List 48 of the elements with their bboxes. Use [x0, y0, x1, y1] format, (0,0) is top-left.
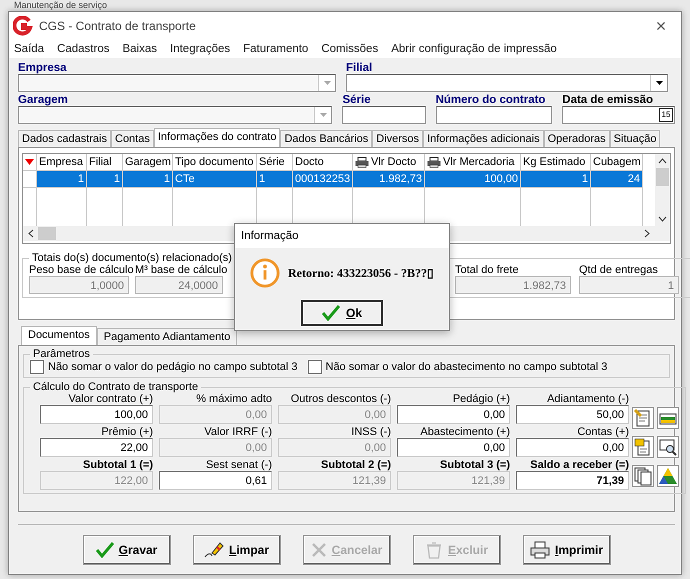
field-label: Subtotal 2 (=) [321, 459, 391, 471]
field-label: Subtotal 3 (=) [440, 459, 510, 471]
field-label: Empresa [18, 62, 68, 74]
checkbox-label: Não somar o valor do abastecimento no campo subtotal 3 [326, 361, 608, 373]
dialog-title: Informação [235, 224, 449, 248]
field-label: Adiantamento (-) [547, 393, 629, 405]
field-label: Prêmio (+) [101, 426, 153, 438]
field-label: Total do frete [455, 264, 519, 276]
table-cell: 1 [257, 171, 293, 188]
field-label: Valor contrato (+) [68, 393, 153, 405]
window-title: CGS - Contrato de transporte [39, 19, 197, 33]
field-label: M³ base de cálculo [135, 264, 228, 276]
field-label: Pedágio (+) [452, 393, 510, 405]
group-title: Totais do(s) documento(s) relacionado(s) [31, 252, 233, 264]
field-label: Data de emissão [562, 94, 654, 106]
table-cell: 1 [37, 171, 87, 188]
field-label: Peso base de cálculo [29, 264, 134, 276]
table-cell: 000132253 [293, 171, 353, 188]
field-label: Sest senat (-) [206, 459, 272, 471]
field-label: Abastecimento (+) [420, 426, 510, 438]
table-cell: 1 [87, 171, 123, 188]
field-label: Garagem [18, 94, 69, 106]
field-label: Outros descontos (-) [290, 393, 391, 405]
field-label: Filial [346, 62, 374, 74]
readonly-field: 24,0000 [135, 276, 223, 294]
table-cell: 1 [123, 171, 173, 188]
field-label: Valor IRRF (-) [204, 426, 272, 438]
field-label: Saldo a receber (=) [530, 459, 629, 471]
field-label: % máximo adto [196, 393, 272, 405]
table-cell: 1.982,73 [353, 171, 425, 188]
field-label: Série [342, 94, 372, 106]
table-cell: 100,00 [425, 171, 521, 188]
field-label: Contas (+) [577, 426, 629, 438]
field-label: Número do contrato [436, 94, 546, 106]
checkbox-label: Não somar o valor do pedágio no campo subtotal 3 [48, 361, 298, 373]
dialog-message: Retorno: 433223056 - ?B??▯ [288, 266, 434, 280]
table-cell: 1 [521, 171, 591, 188]
table-cell: 24 [591, 171, 643, 188]
table-cell: CTe [173, 171, 257, 188]
field-label: Subtotal 1 (=) [83, 459, 153, 471]
readonly-field: 1 [579, 276, 679, 294]
group-title: Parâmetros [32, 348, 91, 360]
background-window-title: Manutenção de serviço [14, 0, 108, 10]
field-label: INSS (-) [351, 426, 391, 438]
readonly-field: 1.982,73 [455, 276, 571, 294]
group-title: Cálculo do Contrato de transporte [32, 381, 200, 393]
readonly-field: 1,0000 [29, 276, 129, 294]
field-label: Qtd de entregas [579, 264, 658, 276]
